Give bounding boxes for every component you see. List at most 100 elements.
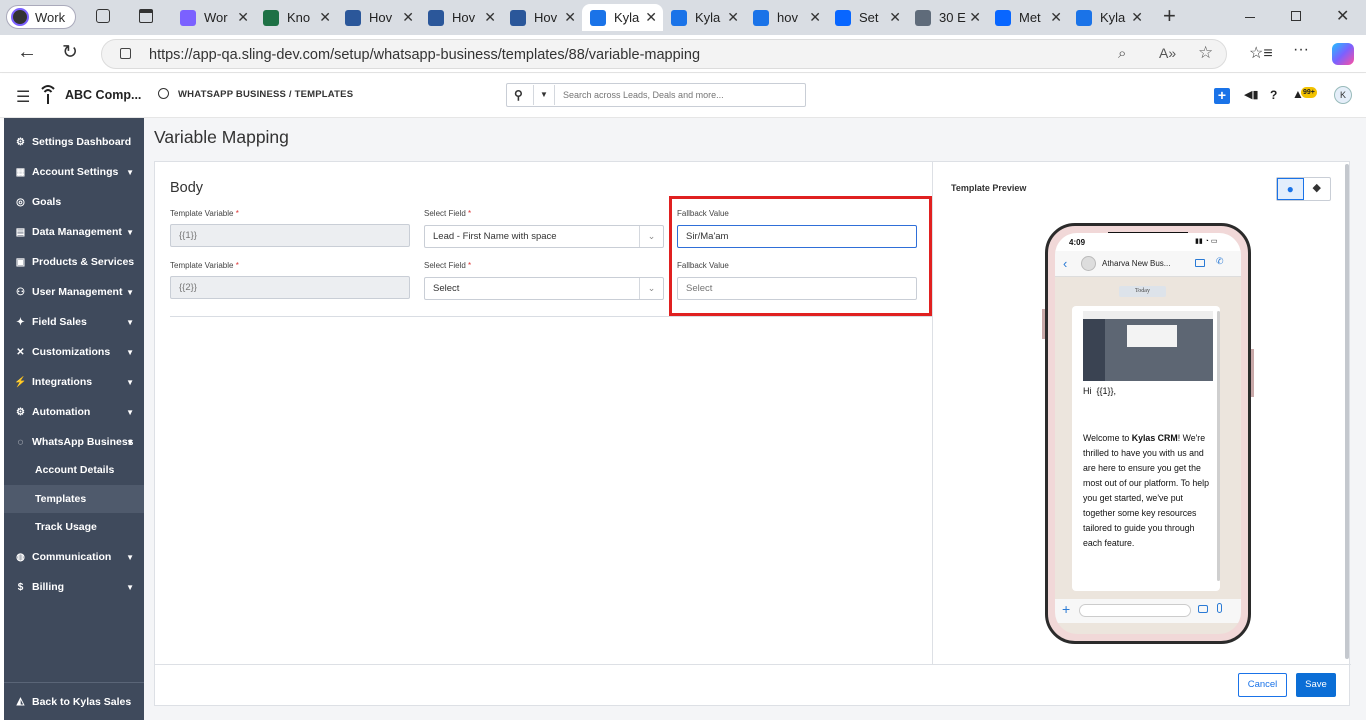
- workspaces-icon[interactable]: [96, 9, 110, 23]
- browser-tab[interactable]: Hov ✕: [337, 4, 420, 31]
- close-tab-icon[interactable]: ✕: [1050, 9, 1062, 26]
- company-name[interactable]: ABC Comp...: [65, 88, 141, 102]
- profile-button[interactable]: Work: [6, 5, 76, 29]
- save-button[interactable]: Save: [1296, 673, 1336, 697]
- tab-label: 30 E: [939, 10, 966, 25]
- sidebar-subitem-label: Templates: [35, 492, 87, 505]
- chevron-down-icon: ▼: [126, 167, 134, 177]
- template-variable-field: {{2}}: [170, 276, 410, 299]
- sidebar-item[interactable]: ▦ Account Settings ▼: [4, 157, 144, 187]
- browser-tab[interactable]: Kyla ✕: [582, 4, 663, 31]
- chat-back-icon: ‹: [1063, 256, 1068, 271]
- browser-tab[interactable]: Kyla ✕: [663, 4, 745, 31]
- favorite-star-icon[interactable]: ☆: [1198, 43, 1213, 63]
- help-icon[interactable]: ?: [1270, 88, 1277, 102]
- sidebar-subitem[interactable]: Templates: [4, 484, 144, 513]
- sidebar-item[interactable]: ◌ WhatsApp Business ▼: [4, 427, 144, 457]
- favorites-icon[interactable]: ☆≡: [1249, 43, 1273, 63]
- browser-tab[interactable]: 30 E ✕: [907, 4, 987, 31]
- message-image: [1083, 311, 1213, 381]
- close-tab-icon[interactable]: ✕: [889, 9, 901, 26]
- select-field-label: Select Field *: [424, 261, 471, 270]
- sidebar-item[interactable]: ▣ Products & Services: [4, 247, 144, 277]
- browser-tab[interactable]: Wor ✕: [172, 4, 255, 31]
- avatar[interactable]: K: [1334, 86, 1352, 104]
- browser-tab[interactable]: Kno ✕: [255, 4, 337, 31]
- close-tab-icon[interactable]: ✕: [484, 9, 496, 26]
- url-field[interactable]: https://app-qa.sling-dev.com/setup/whats…: [101, 39, 1227, 69]
- close-tab-icon[interactable]: ✕: [809, 9, 821, 26]
- meta-icon: [995, 9, 1011, 26]
- sidebar-item[interactable]: ⚇ User Management ▼: [4, 277, 144, 307]
- sidebar-subitem-label: Account Details: [35, 464, 115, 476]
- sidebar-item[interactable]: ✕ Customizations ▼: [4, 337, 144, 367]
- footer-divider: [155, 664, 1351, 665]
- app-header: ☰ ABC Comp... WHATSAPP BUSINESS / TEMPLA…: [0, 74, 1366, 118]
- back-to-sales-link[interactable]: ◭ Back to Kylas Sales: [4, 682, 144, 720]
- close-tab-icon[interactable]: ✕: [1131, 9, 1143, 26]
- status-bar: 4:09 ▮▮ ◔ ▭: [1055, 233, 1241, 251]
- zoom-icon[interactable]: ⌕: [1118, 45, 1126, 62]
- close-tab-icon[interactable]: ✕: [237, 9, 249, 26]
- sidebar-item-label: Customizations: [32, 346, 111, 358]
- chevron-down-icon[interactable]: ⌄: [639, 226, 663, 247]
- select-field-dropdown[interactable]: Lead - First Name with space ⌄: [424, 225, 664, 248]
- sidebar-item[interactable]: ⚙ Automation ▼: [4, 397, 144, 427]
- close-tab-icon[interactable]: ✕: [969, 9, 981, 26]
- sidebar-item[interactable]: $ Billing ▼: [4, 572, 144, 602]
- android-icon[interactable]: ◆: [1304, 178, 1330, 200]
- minimize-icon[interactable]: [1245, 17, 1255, 18]
- add-button[interactable]: +: [1214, 88, 1230, 104]
- cancel-button[interactable]: Cancel: [1238, 673, 1287, 697]
- sidebar-item[interactable]: ◎ Goals: [4, 187, 144, 217]
- refresh-icon[interactable]: ↻: [62, 41, 78, 64]
- select-field-dropdown[interactable]: Select ⌄: [424, 277, 664, 300]
- browser-tab[interactable]: hov ✕: [745, 4, 827, 31]
- required-mark: *: [468, 261, 472, 270]
- new-tab-button[interactable]: +: [1163, 3, 1176, 29]
- status-icons: ▮▮ ◔ ▭: [1195, 238, 1218, 245]
- profile-label: Work: [35, 9, 66, 25]
- sidebar-item[interactable]: ◍ Communication ▼: [4, 542, 144, 572]
- apple-icon[interactable]: ●: [1277, 178, 1304, 200]
- close-tab-icon[interactable]: ✕: [645, 9, 657, 26]
- search-icon[interactable]: ⚲: [514, 88, 523, 102]
- browser-tab[interactable]: Kyla ✕: [1068, 4, 1149, 31]
- card-scrollbar[interactable]: [1345, 164, 1349, 659]
- sidebar-item[interactable]: ⚡ Integrations ▼: [4, 367, 144, 397]
- browser-tab[interactable]: Hov ✕: [420, 4, 502, 31]
- read-aloud-icon[interactable]: A»: [1159, 45, 1176, 61]
- sidebar-item[interactable]: ⚙ Settings Dashboard: [4, 127, 144, 157]
- sidebar-item[interactable]: ▤ Data Management ▼: [4, 217, 144, 247]
- search-input[interactable]: [563, 87, 799, 103]
- more-icon[interactable]: ···: [1293, 41, 1309, 59]
- restore-icon[interactable]: [1291, 11, 1301, 21]
- sidebar-item-label: Billing: [32, 581, 65, 593]
- chevron-down-icon[interactable]: ⌄: [639, 278, 663, 299]
- sidebar-subitem[interactable]: Track Usage: [4, 513, 144, 541]
- browser-tab[interactable]: Met ✕: [987, 4, 1068, 31]
- close-tab-icon[interactable]: ✕: [402, 9, 414, 26]
- required-mark: *: [235, 261, 239, 270]
- browser-tab[interactable]: Hov ✕: [502, 4, 582, 31]
- message-body-bold: Kylas CRM: [1131, 433, 1178, 443]
- close-tab-icon[interactable]: ✕: [727, 9, 739, 26]
- close-window-icon[interactable]: ✕: [1336, 6, 1349, 26]
- menu-icon[interactable]: ☰: [16, 87, 30, 107]
- sidebar-subitem[interactable]: Account Details: [4, 456, 144, 484]
- template-variable-field: {{1}}: [170, 224, 410, 247]
- close-tab-icon[interactable]: ✕: [319, 9, 331, 26]
- close-tab-icon[interactable]: ✕: [564, 9, 576, 26]
- search-scope-dropdown[interactable]: ▼: [533, 85, 555, 105]
- required-mark: *: [468, 209, 472, 218]
- megaphone-icon[interactable]: ◀▮: [1244, 88, 1259, 101]
- tab-label: Hov: [534, 10, 558, 25]
- mic-icon: [1217, 603, 1222, 613]
- template-variable-label-text: Template Variable: [170, 261, 234, 270]
- back-icon[interactable]: ←: [17, 41, 37, 64]
- browser-tab[interactable]: Set ✕: [827, 4, 907, 31]
- copilot-icon[interactable]: [1332, 43, 1354, 65]
- tab-actions-icon[interactable]: [139, 9, 153, 23]
- sidebar-item[interactable]: ✦ Field Sales ▼: [4, 307, 144, 337]
- tab-label: Kyla: [1100, 10, 1126, 25]
